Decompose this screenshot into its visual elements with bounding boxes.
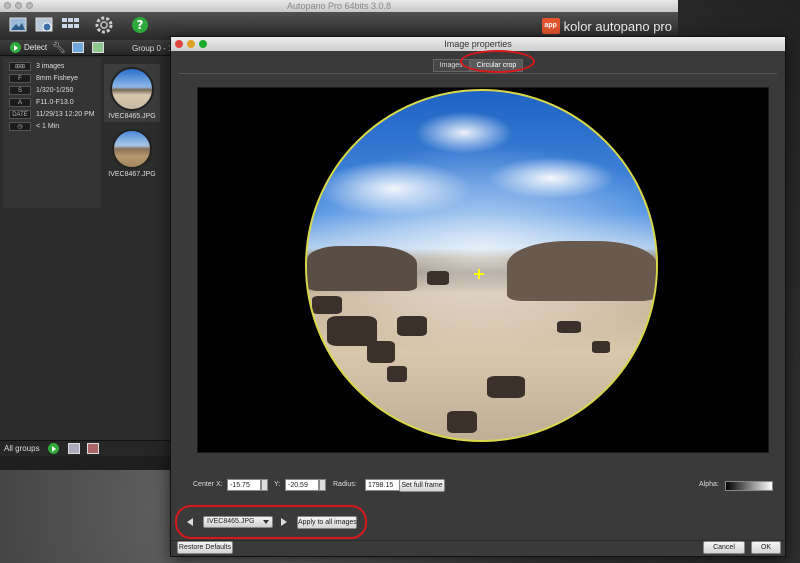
info-text: 8mm Fisheye <box>36 75 79 82</box>
info-row: DATE 11/29/13 12:20 PM <box>5 110 101 120</box>
minimize-dot[interactable] <box>15 2 22 9</box>
rock <box>507 241 656 301</box>
image-properties-dialog: Image properties Images Circular crop Cen… <box>170 36 786 557</box>
all-groups-label: All groups <box>4 444 40 453</box>
center-crosshair[interactable] <box>474 269 484 279</box>
thumbnail-image <box>112 129 152 169</box>
ok-button[interactable]: OK <box>751 541 781 554</box>
nav-highlight-annotation <box>175 505 367 539</box>
bottom-strip <box>0 456 170 470</box>
add-group-icon[interactable] <box>72 42 84 53</box>
info-row: F 8mm Fisheye <box>5 74 101 84</box>
fisheye-image[interactable] <box>305 89 658 442</box>
info-row: ◷ < 1 Min <box>5 122 101 132</box>
wrench-icon[interactable]: 🔧︎ <box>52 41 66 54</box>
thumbnail-label: IVEC8467.JPG <box>108 171 156 178</box>
crop-controls: Center X: Y: Radius: Set full frame Alph… <box>193 479 773 493</box>
rock <box>367 341 395 363</box>
main-window-title: Autopano Pro 64bits 3.0.8 <box>286 1 392 11</box>
thumbnail-label: IVEC8465.JPG <box>108 113 156 120</box>
window-controls <box>4 2 33 9</box>
batch-icon[interactable] <box>60 15 80 35</box>
dialog-title: Image properties <box>444 39 512 49</box>
cancel-button[interactable]: Cancel <box>703 541 745 554</box>
close-dot[interactable] <box>4 2 11 9</box>
import-icon[interactable] <box>34 15 54 35</box>
group-info-panel: ⊞⊞ 3 images F 8mm Fisheye S 1/320-1/250 … <box>3 58 101 208</box>
remove-from-batch-icon[interactable] <box>87 443 99 454</box>
info-badge: F <box>9 74 31 83</box>
info-text: 3 images <box>36 63 65 70</box>
rock <box>427 271 449 285</box>
info-text: 1/320-1/250 <box>36 87 74 94</box>
groups-bar: All groups <box>0 440 170 456</box>
thumbnail-panel: IVEC8465.JPG IVEC8467.JPG <box>102 58 162 208</box>
brand: app kolor autopano pro <box>541 16 672 36</box>
main-toolbar: ? app kolor autopano pro <box>0 12 678 39</box>
tab-highlight-annotation <box>460 50 535 73</box>
rock <box>487 376 525 398</box>
alpha-label: Alpha: <box>699 481 719 488</box>
settings-gear-icon[interactable] <box>94 15 114 35</box>
open-images-icon[interactable] <box>8 15 28 35</box>
thumbnail-image <box>110 67 154 111</box>
info-text: < 1 Min <box>36 123 60 130</box>
info-text: 11/29/13 12:20 PM <box>36 111 95 118</box>
dialog-close-dot[interactable] <box>175 40 183 48</box>
thumbnail-item[interactable]: IVEC8465.JPG <box>104 64 160 122</box>
y-stepper[interactable] <box>319 479 326 491</box>
center-x-label: Center X: <box>193 481 223 488</box>
divider <box>179 73 777 74</box>
y-input[interactable] <box>285 479 319 491</box>
alpha-slider[interactable] <box>725 481 773 491</box>
rock <box>592 341 610 353</box>
info-badge: DATE <box>9 110 31 119</box>
help-icon[interactable]: ? <box>130 15 150 35</box>
info-row: A F11.0-F13.0 <box>5 98 101 108</box>
svg-text:?: ? <box>137 18 144 32</box>
center-x-stepper[interactable] <box>261 479 268 491</box>
dialog-titlebar: Image properties <box>171 37 785 51</box>
thumbnail-item[interactable]: IVEC8467.JPG <box>104 126 160 178</box>
radius-label: Radius: <box>333 481 357 488</box>
info-row: ⊞⊞ 3 images <box>5 62 101 72</box>
rock <box>447 411 477 433</box>
detect-bar: Detect 🔧︎ Group 0 - 1 <box>0 40 173 56</box>
brand-logo: app <box>541 18 560 34</box>
info-badge: ◷ <box>9 122 31 131</box>
rock <box>387 366 407 382</box>
set-full-frame-button[interactable]: Set full frame <box>399 479 445 492</box>
rock <box>307 246 417 291</box>
rock <box>312 296 342 314</box>
info-badge: ⊞⊞ <box>9 62 31 71</box>
group-label: Group 0 - 1 <box>132 44 173 53</box>
rock <box>397 316 427 336</box>
brand-name: kolor autopano pro <box>563 18 672 34</box>
info-row: S 1/320-1/250 <box>5 86 101 96</box>
new-group-icon[interactable] <box>92 42 104 53</box>
center-x-input[interactable] <box>227 479 261 491</box>
info-badge: S <box>9 86 31 95</box>
info-badge: A <box>9 98 31 107</box>
dialog-window-controls <box>175 40 207 48</box>
rock <box>557 321 581 333</box>
detect-label[interactable]: Detect <box>24 43 47 52</box>
radius-input[interactable] <box>365 479 401 491</box>
info-text: F11.0-F13.0 <box>36 99 74 106</box>
render-all-play-icon[interactable] <box>48 443 59 454</box>
divider <box>171 540 785 541</box>
crop-preview[interactable] <box>197 87 769 453</box>
restore-defaults-button[interactable]: Restore Defaults <box>177 541 233 554</box>
zoom-dot[interactable] <box>26 2 33 9</box>
detect-play-icon[interactable] <box>10 42 21 53</box>
main-titlebar: Autopano Pro 64bits 3.0.8 <box>0 0 678 12</box>
y-label: Y: <box>274 481 281 488</box>
add-to-batch-icon[interactable] <box>68 443 80 454</box>
dialog-zoom-dot[interactable] <box>199 40 207 48</box>
dialog-minimize-dot[interactable] <box>187 40 195 48</box>
